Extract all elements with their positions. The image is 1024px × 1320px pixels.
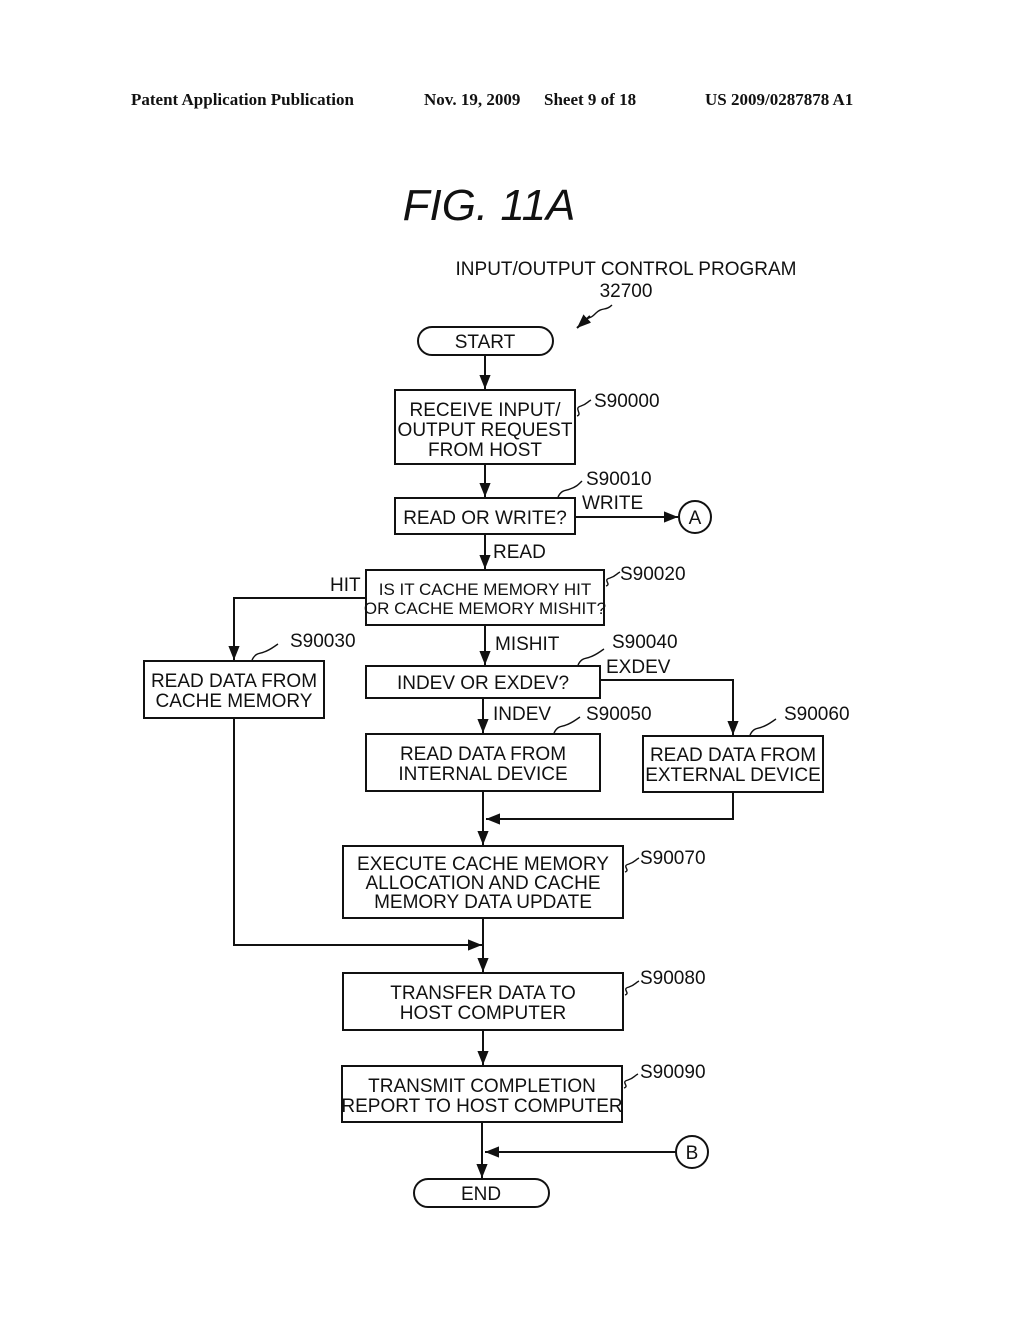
step-s90050-leader: [553, 716, 581, 734]
step-s90040-leader: [577, 648, 605, 666]
step-s90090-line-2: REPORT TO HOST COMPUTER: [341, 1096, 622, 1117]
step-s90070-ref: S90070: [640, 848, 706, 869]
step-s90060-leader: [749, 718, 777, 736]
program-ref: 32700: [600, 281, 653, 302]
step-s90010-line-1: READ OR WRITE?: [403, 508, 567, 529]
step-s90020-line-2: OR CACHE MEMORY MISHIT?: [364, 599, 606, 618]
step-s90090-ref: S90090: [640, 1062, 706, 1083]
step-s90010-ref: S90010: [586, 469, 652, 490]
step-s90090-line-1: TRANSMIT COMPLETION: [368, 1076, 596, 1097]
step-s90030-line-1: READ DATA FROM: [151, 671, 317, 692]
branch-label-mishit: MISHIT: [495, 634, 560, 655]
step-s90000-line-1: RECEIVE INPUT/: [410, 400, 562, 421]
step-s90030-line-2: CACHE MEMORY: [156, 691, 313, 712]
branch-label-write: WRITE: [582, 493, 643, 514]
figure-title: FIG. 11A: [403, 181, 576, 230]
step-s90010-leader: [557, 480, 583, 498]
step-s90020-line-1: IS IT CACHE MEMORY HIT: [379, 580, 592, 599]
step-s90080-line-1: TRANSFER DATA TO: [390, 983, 575, 1004]
step-s90040-ref: S90040: [612, 632, 678, 653]
step-s90080-leader: [624, 980, 640, 996]
step-s90030-ref: S90030: [290, 631, 356, 652]
step-s90080-ref: S90080: [640, 968, 706, 989]
step-s90020-ref: S90020: [620, 564, 686, 585]
start-label: START: [455, 332, 516, 353]
end-label: END: [461, 1184, 501, 1205]
step-s90060-line-2: EXTERNAL DEVICE: [645, 765, 821, 786]
program-ref-arrow: [576, 314, 592, 329]
step-s90000-ref: S90000: [594, 391, 660, 412]
step-s90060-line-1: READ DATA FROM: [650, 745, 816, 766]
branch-label-read: READ: [493, 542, 546, 563]
step-s90040-line-1: INDEV OR EXDEV?: [397, 673, 569, 694]
step-s90090-leader: [623, 1073, 639, 1089]
step-s90000-leader: [576, 399, 592, 417]
program-name: INPUT/OUTPUT CONTROL PROGRAM: [456, 259, 797, 280]
arrow-s90060-merge: [486, 792, 734, 825]
step-s90070-line-3: MEMORY DATA UPDATE: [374, 892, 592, 913]
branch-label-exdev: EXDEV: [606, 657, 671, 678]
step-s90020-leader: [605, 571, 621, 587]
step-s90030-leader: [251, 643, 279, 661]
step-s90000-line-2: OUTPUT REQUEST: [398, 420, 573, 441]
step-s90060-ref: S90060: [784, 704, 850, 725]
step-s90070-leader: [624, 857, 640, 873]
step-s90050-ref: S90050: [586, 704, 652, 725]
step-s90080-line-2: HOST COMPUTER: [400, 1003, 566, 1024]
step-s90000-line-3: FROM HOST: [428, 440, 542, 461]
branch-label-indev: INDEV: [493, 704, 551, 725]
connector-b-label: B: [686, 1143, 699, 1164]
branch-label-hit: HIT: [330, 575, 361, 596]
step-s90070-line-1: EXECUTE CACHE MEMORY: [357, 854, 609, 875]
flowchart: FIG. 11A INPUT/OUTPUT CONTROL PROGRAM 32…: [143, 181, 850, 1208]
step-s90050-line-1: READ DATA FROM: [400, 744, 566, 765]
step-s90070-line-2: ALLOCATION AND CACHE: [365, 873, 600, 894]
connector-a-label: A: [689, 508, 702, 529]
step-s90050-line-2: INTERNAL DEVICE: [398, 764, 567, 785]
